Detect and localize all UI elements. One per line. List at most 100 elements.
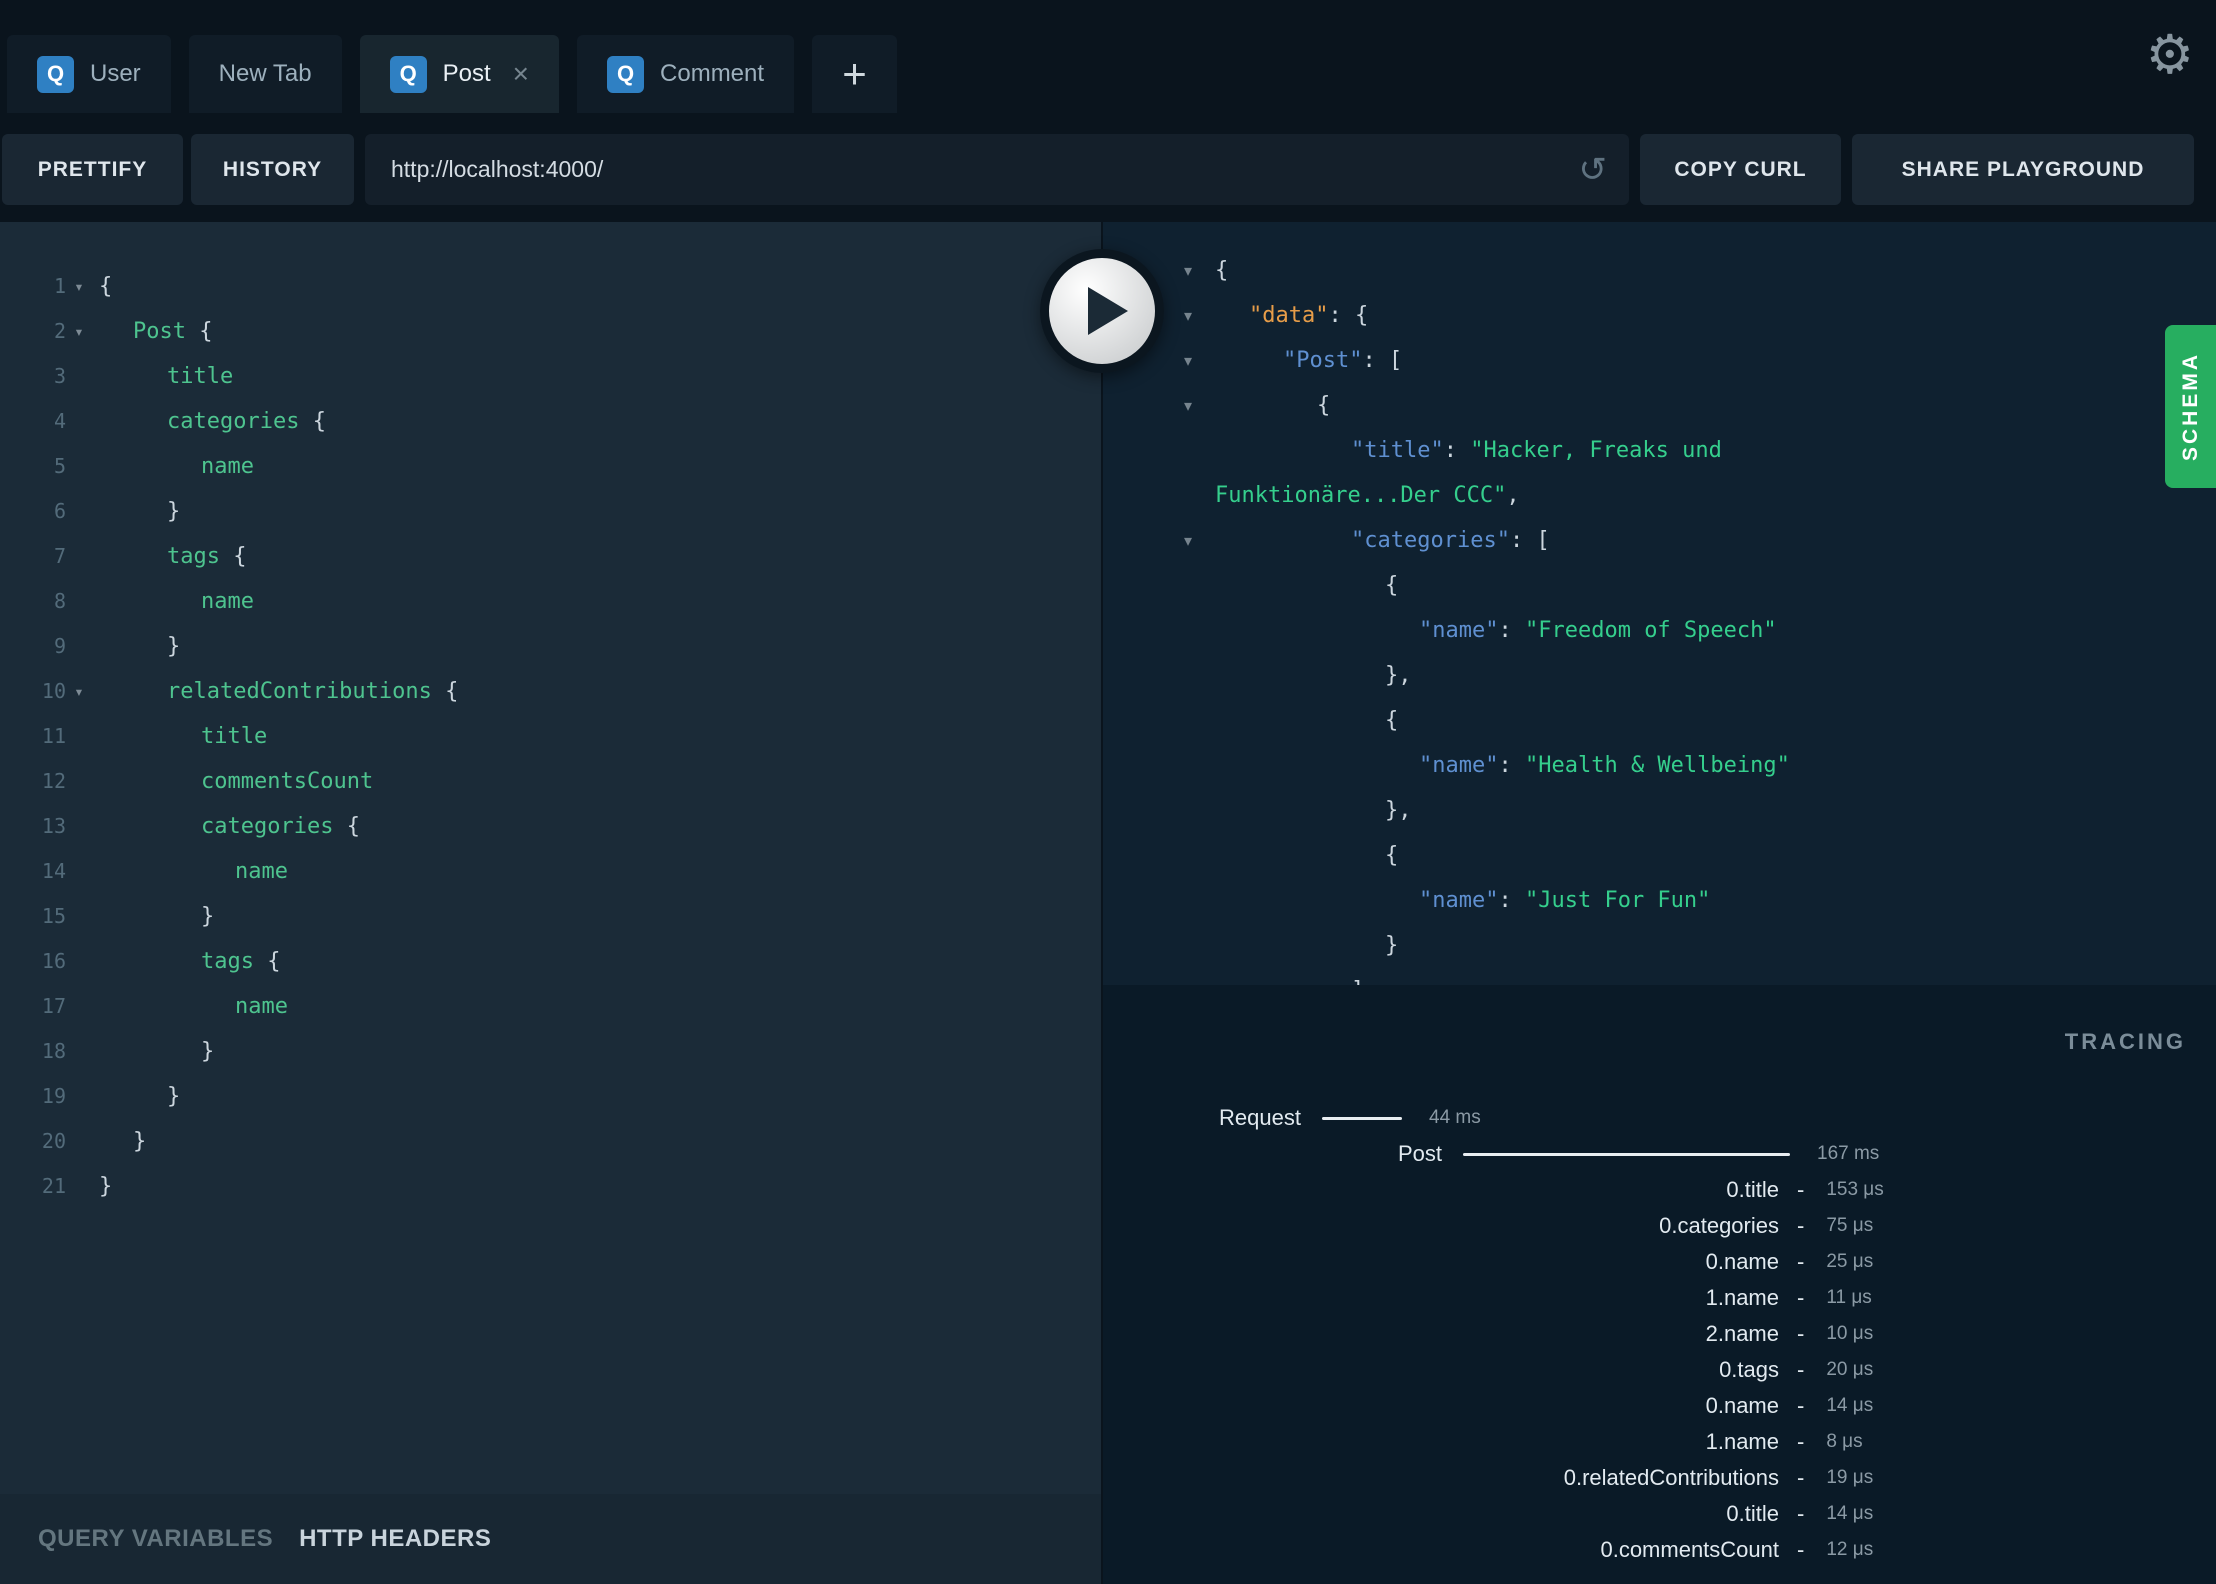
line-number: 5 bbox=[53, 454, 66, 478]
new-tab-button[interactable]: + bbox=[812, 35, 898, 113]
collapse-arrow-icon[interactable]: ▾ bbox=[1175, 306, 1201, 326]
response-code: "name": "Just For Fun" bbox=[1215, 878, 1710, 923]
reload-icon[interactable]: ↺ bbox=[1579, 153, 1608, 187]
response-gutter bbox=[1103, 968, 1215, 985]
copy-curl-button[interactable]: COPY CURL bbox=[1640, 134, 1841, 205]
query-code: categories { bbox=[92, 804, 360, 849]
response-code: "name": "Freedom of Speech" bbox=[1215, 608, 1777, 653]
response-line: ▾ "Post": [ bbox=[1103, 338, 2216, 383]
trace-label: 0.commentsCount bbox=[1600, 1537, 1779, 1562]
trace-time: 153 μs bbox=[1826, 1179, 1884, 1200]
code-token: { bbox=[312, 409, 326, 434]
execute-query-button[interactable] bbox=[1040, 249, 1164, 373]
code-token: : bbox=[1498, 618, 1525, 643]
trace-time: 10 μs bbox=[1826, 1323, 1874, 1344]
query-line: 9} bbox=[0, 624, 1101, 669]
close-tab-icon[interactable]: × bbox=[513, 60, 529, 88]
code-token: }, bbox=[1385, 798, 1412, 823]
tab-label: New Tab bbox=[218, 60, 312, 87]
trace-label: Request bbox=[1219, 1105, 1301, 1130]
query-line: 13 categories { bbox=[0, 804, 1101, 849]
code-token: { bbox=[1317, 393, 1331, 418]
response-line: Funktionäre...Der CCC", bbox=[1103, 473, 2216, 518]
http-headers-toggle[interactable]: HTTP HEADERS bbox=[299, 1525, 491, 1553]
settings-gear-icon[interactable]: ⚙ bbox=[2146, 28, 2194, 82]
query-code: name bbox=[92, 444, 254, 489]
line-number: 11 bbox=[41, 724, 66, 748]
code-token: } bbox=[99, 1174, 113, 1199]
query-line: 14 name bbox=[0, 849, 1101, 894]
query-line: 4 categories { bbox=[0, 399, 1101, 444]
prettify-button[interactable]: PRETTIFY bbox=[2, 134, 183, 205]
code-token: } bbox=[133, 1129, 147, 1154]
fold-arrow-icon[interactable]: ▾ bbox=[66, 264, 92, 309]
trace-dash: - bbox=[1797, 1537, 1805, 1562]
schema-sidebar-tab[interactable]: SCHEMA bbox=[2165, 325, 2216, 488]
code-token: , bbox=[1506, 483, 1520, 508]
trace-row: 0.categories -75 μs bbox=[1103, 1208, 2216, 1244]
code-token: { bbox=[346, 814, 360, 839]
tab-user[interactable]: Q User bbox=[7, 35, 171, 113]
code-token: "name" bbox=[1419, 888, 1499, 913]
trace-duration-bar bbox=[1322, 1116, 1402, 1120]
code-token: name bbox=[235, 859, 288, 884]
response-gutter bbox=[1103, 428, 1215, 473]
query-line: 3 title bbox=[0, 354, 1101, 399]
code-token: "Post" bbox=[1283, 348, 1363, 373]
tab-label: Post bbox=[442, 60, 491, 87]
trace-row: 0.title -14 μs bbox=[1103, 1496, 2216, 1532]
trace-row: 1.name -11 μs bbox=[1103, 1280, 2216, 1316]
trace-time: 167 ms bbox=[1817, 1143, 1880, 1164]
line-gutter: 21 bbox=[0, 1164, 92, 1209]
line-gutter: 4 bbox=[0, 399, 92, 444]
share-playground-button[interactable]: SHARE PLAYGROUND bbox=[1852, 134, 2194, 205]
tab-new-tab[interactable]: New Tab bbox=[188, 35, 342, 113]
fold-arrow-icon[interactable]: ▾ bbox=[66, 669, 92, 714]
query-line: 2 ▾ Post { bbox=[0, 309, 1101, 354]
schema-tab-label: SCHEMA bbox=[2178, 351, 2202, 461]
code-token: "Hacker, Freaks und bbox=[1470, 438, 1722, 463]
line-number: 13 bbox=[41, 814, 66, 838]
endpoint-url-input[interactable] bbox=[365, 156, 1629, 183]
query-editor[interactable]: 1 ▾{2 ▾ Post {3 title 4 categories {5 name 6} 7 ta… bbox=[0, 222, 1101, 1494]
response-viewer: ▾{▾ "data": {▾ "Post": [▾{"title": "Hacker… bbox=[1103, 248, 2216, 985]
line-gutter: 10 ▾ bbox=[0, 669, 92, 714]
collapse-arrow-icon[interactable]: ▾ bbox=[1175, 351, 1201, 371]
graphql-playground-window: Q User New Tab Q Post × Q Comment + ⚙ PRETTIFY H… bbox=[0, 0, 2216, 1584]
query-line: 11 title bbox=[0, 714, 1101, 759]
trace-time: 75 μs bbox=[1826, 1215, 1874, 1236]
response-code: "Post": [ bbox=[1215, 338, 1402, 383]
code-token: { bbox=[1385, 573, 1399, 598]
code-token: title bbox=[201, 724, 268, 749]
query-code: categories { bbox=[92, 399, 326, 444]
line-number: 14 bbox=[41, 859, 66, 883]
trace-dash: - bbox=[1797, 1249, 1805, 1274]
trace-row: 0.commentsCount -12 μs bbox=[1103, 1532, 2216, 1568]
history-button[interactable]: HISTORY bbox=[191, 134, 354, 205]
trace-dash: - bbox=[1797, 1501, 1805, 1526]
line-gutter: 11 bbox=[0, 714, 92, 759]
trace-row: Request 44 ms bbox=[1103, 1100, 2216, 1136]
query-variables-toggle[interactable]: QUERY VARIABLES bbox=[38, 1525, 273, 1553]
response-code: ] bbox=[1215, 968, 1364, 985]
line-gutter: 6 bbox=[0, 489, 92, 534]
code-token: }, bbox=[1385, 663, 1412, 688]
code-token: } bbox=[201, 1039, 215, 1064]
query-code: { bbox=[92, 264, 112, 309]
collapse-arrow-icon[interactable]: ▾ bbox=[1175, 261, 1201, 281]
query-line: 10 ▾ relatedContributions { bbox=[0, 669, 1101, 714]
code-token: { bbox=[233, 544, 247, 569]
trace-label: 1.name bbox=[1705, 1285, 1779, 1310]
collapse-arrow-icon[interactable]: ▾ bbox=[1175, 531, 1201, 551]
trace-time: 19 μs bbox=[1826, 1467, 1874, 1488]
query-line: 18} bbox=[0, 1029, 1101, 1074]
tab-bar: Q User New Tab Q Post × Q Comment + ⚙ bbox=[0, 0, 2216, 113]
fold-arrow-icon[interactable]: ▾ bbox=[66, 309, 92, 354]
tab-comment[interactable]: Q Comment bbox=[577, 35, 795, 113]
trace-label: 0.title bbox=[1726, 1177, 1779, 1202]
trace-time: 8 μs bbox=[1826, 1431, 1863, 1452]
response-gutter bbox=[1103, 743, 1215, 788]
collapse-arrow-icon[interactable]: ▾ bbox=[1175, 396, 1201, 416]
tab-post[interactable]: Q Post × bbox=[359, 35, 560, 113]
trace-label: 2.name bbox=[1705, 1321, 1779, 1346]
